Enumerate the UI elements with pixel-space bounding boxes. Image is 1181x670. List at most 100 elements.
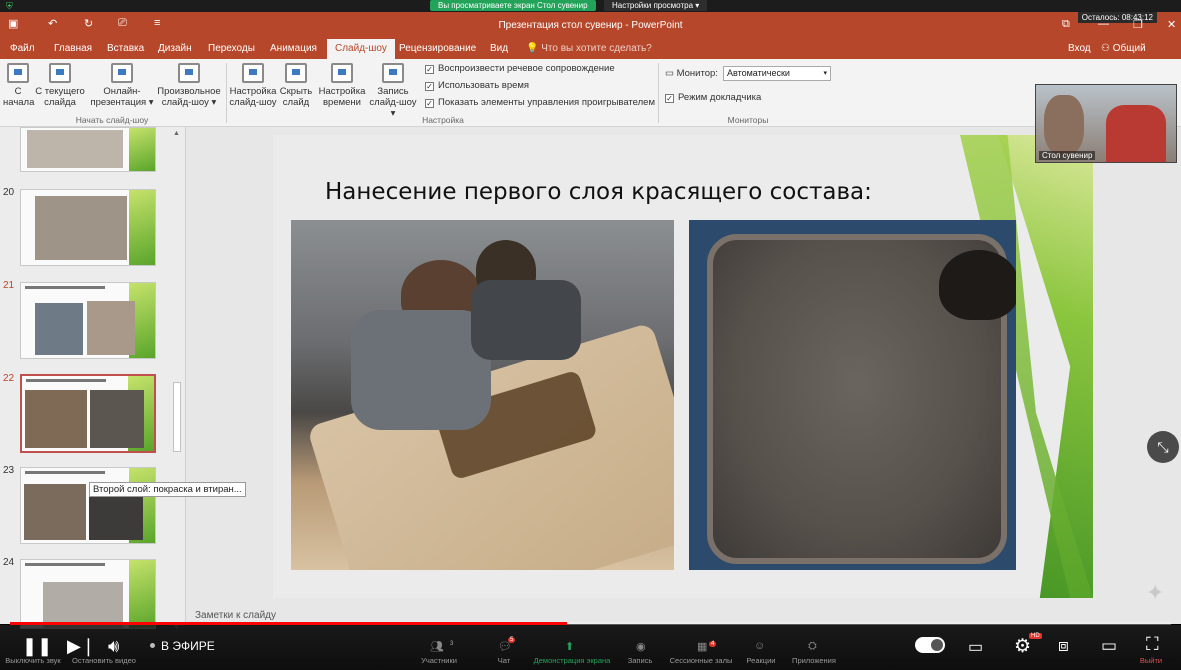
slide-canvas[interactable]: Нанесение первого слоя красящего состава… (273, 135, 1093, 598)
breakout-rooms-button[interactable]: Сессионные залы (666, 656, 736, 665)
scroll-up-icon[interactable]: ▲ (173, 130, 180, 137)
from-current-slide-button[interactable]: С текущего слайда (35, 63, 85, 108)
tab-design[interactable]: Дизайн (152, 39, 198, 59)
tab-insert[interactable]: Вставка (101, 39, 150, 59)
reactions-icon[interactable]: ☺ (754, 640, 765, 652)
tab-transitions[interactable]: Переходы (202, 39, 261, 59)
thumb-text (25, 471, 105, 474)
from-beginning-button[interactable]: С начала (3, 63, 34, 108)
custom-slideshow-button[interactable]: Произвольное слайд-шоу ▾ (155, 63, 223, 108)
live-indicator[interactable]: В ЭФИРЕ (150, 639, 215, 653)
thumb-photo (35, 303, 83, 355)
tab-review[interactable]: Рецензирование (393, 39, 482, 59)
participants-button[interactable]: Участники (416, 656, 462, 665)
start-group-label: Начать слайд-шоу (75, 115, 149, 125)
record-button[interactable]: Запись (624, 656, 656, 665)
scrollbar-thumb[interactable] (173, 382, 181, 452)
remaining-time: Осталось: 08:43:12 (1077, 12, 1157, 23)
thumb-decoration (129, 190, 155, 265)
restore-icon[interactable]: ❐ (1133, 18, 1143, 31)
check-icon: ✓ (425, 99, 434, 108)
fullscreen-icon[interactable]: ⛶ (1146, 634, 1159, 655)
autoplay-toggle[interactable] (915, 637, 945, 653)
stopwatch-icon (331, 63, 353, 83)
person-head (939, 250, 1016, 320)
slide-photo-right[interactable] (689, 220, 1016, 570)
settings-gear-icon[interactable]: ⚙ (1014, 635, 1031, 658)
thumb-photo (90, 390, 144, 448)
thumb-text (26, 379, 106, 382)
participant-figure (1106, 105, 1166, 162)
slide-title[interactable]: Нанесение первого слоя красящего состава… (325, 179, 872, 205)
sign-in-link[interactable]: Вход (1062, 39, 1097, 59)
slide-thumbnail[interactable] (20, 467, 156, 544)
rehearse-timings-button[interactable]: Настройка времени (317, 63, 367, 108)
setup-group-label: Настройка (422, 115, 464, 125)
reactions-button[interactable]: Реакции (744, 656, 778, 665)
person-icon: ⚇ (1101, 43, 1110, 54)
checkbox-presenter-view[interactable]: ✓ Режим докладчика (665, 92, 761, 103)
ribbon-options-icon[interactable]: ⧉ (1062, 18, 1070, 31)
monitor-select[interactable]: Автоматически ▾ (723, 66, 831, 81)
zoom-top-bar: ⛨ Вы просматриваете экран Стол сувенир Н… (0, 0, 1181, 12)
thumb-text (25, 286, 105, 289)
participants-icon[interactable]: 👥︎ (430, 640, 444, 653)
miniplayer-icon[interactable]: ⧈ (1058, 636, 1069, 656)
hide-slide-icon (285, 63, 307, 83)
mute-label[interactable]: Выключить звук (2, 656, 64, 665)
volume-icon[interactable]: 🔊︎ (108, 636, 119, 657)
slide-thumbnail[interactable] (20, 127, 156, 172)
next-icon[interactable]: ▶❘ (67, 636, 96, 657)
ribbon-tabs: Файл Главная Вставка Дизайн Переходы Ани… (0, 39, 1181, 74)
chevron-down-icon: ▾ (823, 70, 827, 77)
minimize-icon[interactable]: — (1098, 18, 1109, 30)
slide-thumbnail-selected[interactable] (20, 374, 156, 453)
exit-fullscreen-icon[interactable]: ⤡ (1147, 431, 1179, 463)
slide-thumbnail[interactable] (20, 559, 156, 629)
apps-button[interactable]: Приложения (790, 656, 838, 665)
thumb-photo (25, 390, 87, 448)
thumb-photo (87, 301, 135, 355)
share-screen-icon[interactable]: ⬆ (565, 640, 574, 653)
apps-icon[interactable]: ⛭ (808, 640, 817, 653)
tab-home[interactable]: Главная (48, 39, 98, 59)
subtitles-icon[interactable]: ▭ (968, 637, 983, 657)
checkbox-narration[interactable]: ✓ Воспроизвести речевое сопровождение (425, 63, 615, 74)
thumbnail-scrollbar[interactable]: ▲ ▼ (172, 130, 182, 631)
tab-animation[interactable]: Анимация (264, 39, 323, 59)
share-button[interactable]: ⚇ Общий доступ (1095, 39, 1181, 74)
online-presentation-button[interactable]: Онлайн- презентация ▾ (89, 63, 155, 108)
share-screen-button[interactable]: Демонстрация экрана (530, 656, 614, 665)
close-icon[interactable]: ✕ (1167, 18, 1176, 31)
custom-show-icon (178, 63, 200, 83)
person-body (351, 310, 491, 430)
ppt-titlebar: ▣ ↶ ↻ ⎚ ≡ Презентация стол сувенир - Pow… (0, 12, 1181, 39)
setup-slideshow-button[interactable]: Настройка слайд-шоу (229, 63, 277, 108)
monitor-icon: ▭ (665, 68, 677, 79)
slide-photo-left[interactable] (291, 220, 674, 570)
check-icon: ✓ (425, 65, 434, 74)
sparkle-icon: ✦ (1146, 580, 1165, 605)
chat-button[interactable]: Чат (492, 656, 516, 665)
theater-mode-icon[interactable]: ▭ (1101, 636, 1117, 656)
tell-me-box[interactable]: 💡 Что вы хотите сделать? (520, 39, 658, 59)
view-options-button[interactable]: Настройки просмотра ▾ (604, 0, 708, 11)
tab-slideshow[interactable]: Слайд-шоу (327, 39, 395, 59)
leave-button[interactable]: Выйти (1125, 656, 1177, 665)
pause-icon[interactable]: ❚❚ (22, 636, 52, 657)
stop-video-label[interactable]: Остановить видео (68, 656, 140, 665)
checkbox-media-controls[interactable]: ✓ Показать элементы управления проигрыват… (425, 97, 655, 108)
slide-thumbnail[interactable] (20, 189, 156, 266)
hide-slide-button[interactable]: Скрыть слайд (279, 63, 313, 108)
record-slideshow-button[interactable]: Запись слайд-шоу ▾ (367, 63, 419, 119)
tab-view[interactable]: Вид (484, 39, 514, 59)
slide-thumbnail[interactable] (20, 282, 156, 359)
record-icon[interactable]: ◉ (636, 640, 646, 653)
globe-icon (111, 63, 133, 83)
tab-file[interactable]: Файл (4, 39, 41, 59)
checkbox-use-timings[interactable]: ✓ Использовать время (425, 80, 529, 91)
slide-number: 23 (3, 465, 15, 476)
breakout-rooms-icon[interactable]: ▦ (697, 640, 707, 653)
thumb-photo (27, 130, 123, 168)
participant-video[interactable]: Стол сувенир (1035, 84, 1177, 163)
